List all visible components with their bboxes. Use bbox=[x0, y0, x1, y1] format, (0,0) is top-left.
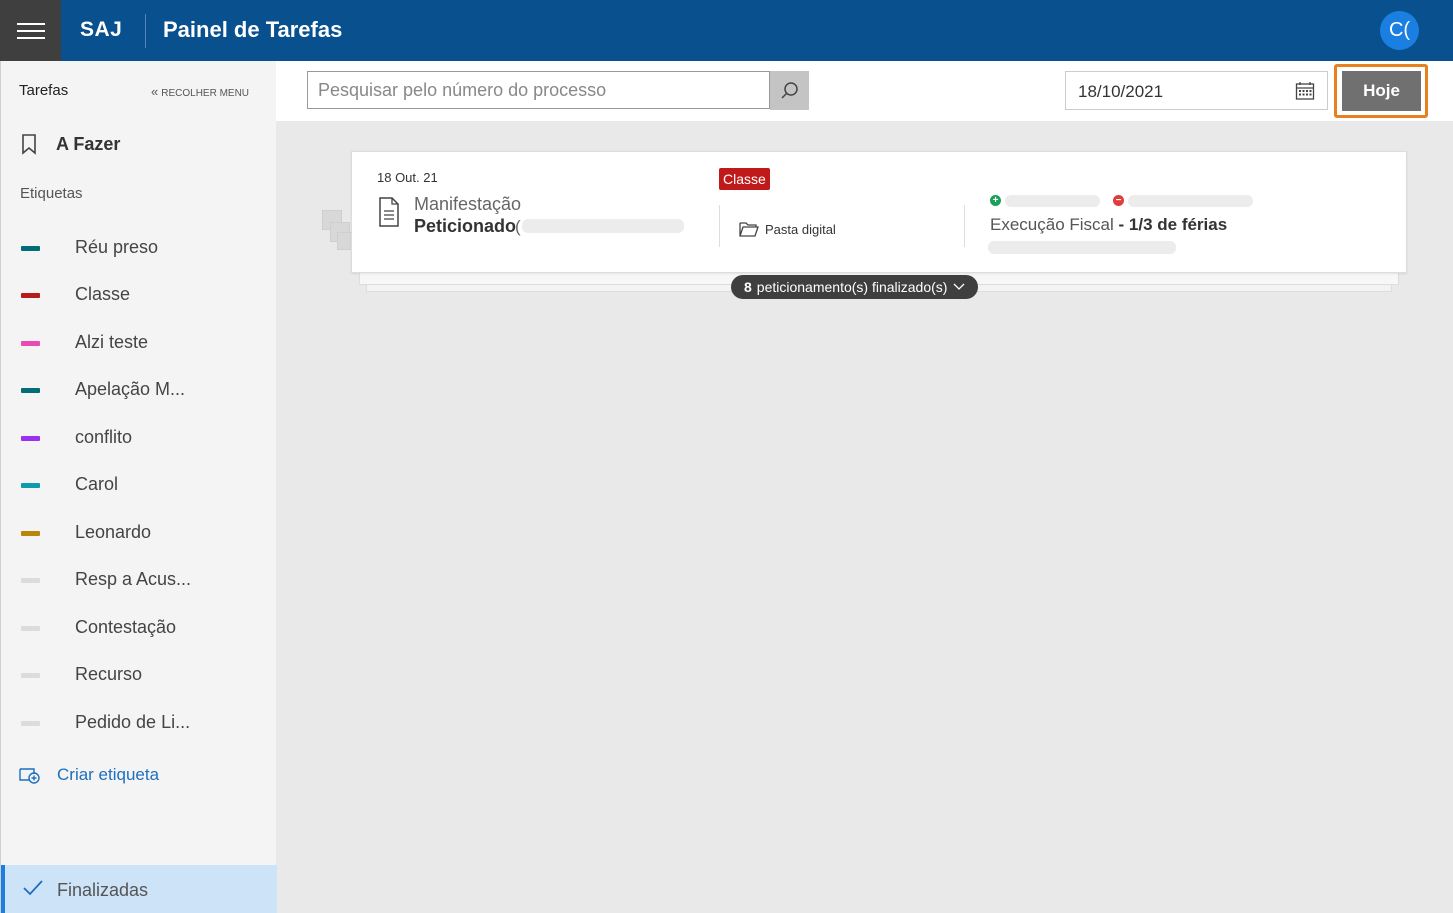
search-input[interactable] bbox=[307, 71, 770, 109]
tag-item[interactable]: Resp a Acus... bbox=[1, 560, 277, 600]
divider bbox=[964, 205, 965, 247]
finalized-count-toggle[interactable]: 8 peticionamento(s) finalizado(s) bbox=[731, 275, 979, 299]
tag-label: Classe bbox=[75, 284, 131, 304]
date-field[interactable]: 18/10/2021 bbox=[1065, 71, 1328, 110]
top-bar: SAJ Painel de Tarefas C( bbox=[0, 0, 1453, 61]
search-button[interactable] bbox=[770, 71, 809, 110]
document-icon bbox=[379, 197, 399, 227]
tags-heading: Etiquetas bbox=[20, 185, 83, 202]
process-class: Execução Fiscal bbox=[990, 215, 1114, 234]
sidebar: Tarefas «RECOLHER MENU A Fazer Etiquetas… bbox=[0, 61, 277, 913]
tag-color bbox=[21, 531, 40, 536]
tag-item[interactable]: Contestação bbox=[1, 608, 277, 648]
redacted-text bbox=[522, 219, 684, 233]
digital-folder-label: Pasta digital bbox=[765, 221, 836, 237]
tag-item[interactable]: Classe bbox=[1, 275, 277, 315]
tag-label: Pedido de Li... bbox=[75, 712, 191, 732]
divider bbox=[145, 14, 146, 48]
tag-item[interactable]: Leonardo bbox=[1, 513, 277, 553]
redacted-text bbox=[988, 241, 1176, 254]
tag-label: Alzi teste bbox=[75, 332, 149, 352]
page-title: Painel de Tarefas bbox=[163, 17, 343, 42]
card-type: Manifestação bbox=[414, 194, 522, 214]
sidebar-item-label: Finalizadas bbox=[57, 880, 149, 900]
check-icon bbox=[23, 880, 43, 896]
tag-color bbox=[21, 483, 40, 488]
add-tag-icon bbox=[19, 768, 40, 784]
create-tag-label: Criar etiqueta bbox=[57, 765, 160, 784]
tag-color bbox=[21, 246, 40, 251]
sidebar-item-finalizadas[interactable]: Finalizadas bbox=[1, 865, 277, 913]
card-process-class: Execução Fiscal - 1/3 de férias bbox=[990, 215, 1227, 235]
sidebar-item-a-fazer[interactable]: A Fazer bbox=[19, 133, 120, 155]
tag-item[interactable]: Réu preso bbox=[1, 228, 277, 268]
sidebar-heading: Tarefas bbox=[19, 82, 69, 99]
avatar[interactable]: C( bbox=[1380, 11, 1419, 50]
redacted-text bbox=[1128, 195, 1253, 207]
tag-item[interactable]: conflito bbox=[1, 418, 277, 458]
minus-circle-icon: − bbox=[1113, 195, 1124, 206]
tag-item[interactable]: Apelação M... bbox=[1, 370, 277, 410]
tag-color bbox=[21, 436, 40, 441]
tag-item[interactable]: Carol bbox=[1, 465, 277, 505]
digital-folder-link[interactable]: Pasta digital bbox=[739, 221, 836, 237]
bookmark-icon bbox=[22, 134, 36, 155]
calendar-icon[interactable] bbox=[1295, 81, 1315, 101]
collapse-menu-label: RECOLHER MENU bbox=[161, 88, 250, 99]
card-status: Peticionado bbox=[414, 216, 517, 236]
tag-label: Recurso bbox=[75, 664, 143, 684]
tag-item[interactable]: Alzi teste bbox=[1, 323, 277, 363]
tag-label: Leonardo bbox=[75, 522, 152, 542]
tag-color bbox=[21, 626, 40, 631]
search-icon bbox=[780, 81, 798, 99]
tag-color bbox=[21, 388, 40, 393]
brand-logo: SAJ bbox=[80, 18, 123, 41]
tag-color bbox=[21, 673, 40, 678]
process-detail: - 1/3 de férias bbox=[1118, 215, 1228, 234]
tag-label: Apelação M... bbox=[75, 379, 186, 399]
folder-icon bbox=[739, 222, 759, 237]
tag-color bbox=[21, 341, 40, 346]
tag-label: Resp a Acus... bbox=[75, 569, 192, 589]
finalized-text: peticionamento(s) finalizado(s) bbox=[756, 279, 948, 295]
collapse-menu-button[interactable]: «RECOLHER MENU bbox=[151, 84, 249, 99]
date-value: 18/10/2021 bbox=[1078, 82, 1164, 101]
chevron-down-icon bbox=[953, 283, 965, 290]
tag-item[interactable]: Recurso bbox=[1, 655, 277, 695]
tag-item[interactable]: Pedido de Li... bbox=[1, 703, 277, 743]
finalized-count: 8 bbox=[744, 279, 752, 295]
divider bbox=[719, 205, 720, 247]
card-paren: ( bbox=[515, 217, 521, 236]
tag-color bbox=[21, 293, 40, 298]
card-date: 18 Out. 21 bbox=[377, 170, 438, 185]
tag-badge: Classe bbox=[719, 168, 770, 190]
tag-color bbox=[21, 578, 40, 583]
menu-icon[interactable] bbox=[0, 0, 61, 61]
tag-label: Carol bbox=[75, 474, 119, 494]
tag-color bbox=[21, 721, 40, 726]
tag-label: Contestação bbox=[75, 617, 177, 637]
today-button[interactable]: Hoje bbox=[1342, 71, 1421, 111]
redacted-text bbox=[1005, 195, 1100, 207]
double-chevron-left-icon: « bbox=[151, 84, 159, 99]
plus-circle-icon: + bbox=[990, 195, 1001, 206]
create-tag-button[interactable]: Criar etiqueta bbox=[19, 765, 159, 785]
sidebar-item-label: A Fazer bbox=[56, 133, 121, 154]
tag-label: conflito bbox=[75, 427, 133, 447]
tag-label: Réu preso bbox=[75, 237, 159, 257]
